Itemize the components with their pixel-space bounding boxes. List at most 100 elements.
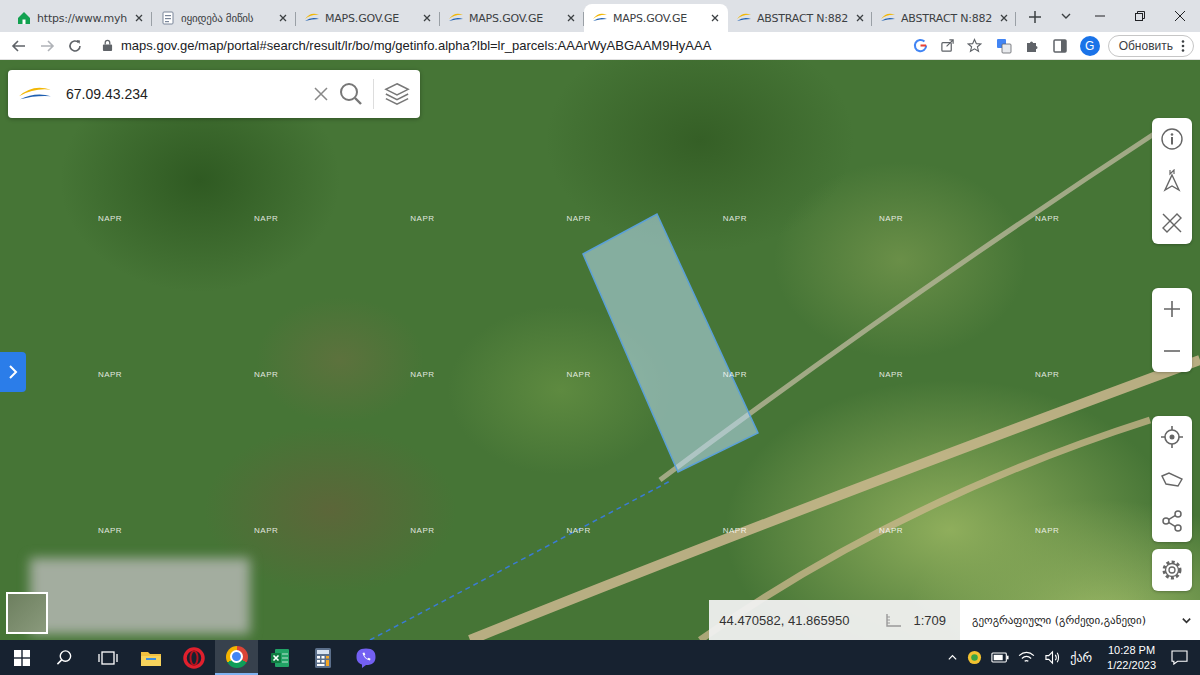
taskbar-app[interactable] (215, 640, 258, 675)
map-imagery (0, 60, 1200, 640)
address-bar[interactable]: maps.gov.ge/map/portal#search/result/lr/… (92, 38, 990, 53)
search-button[interactable] (43, 640, 86, 675)
input-language[interactable]: ქარ (1070, 651, 1092, 665)
back-button[interactable] (8, 35, 30, 57)
chrome-icon (226, 646, 248, 668)
restore-button[interactable] (1120, 0, 1160, 32)
close-tab-icon[interactable] (420, 11, 434, 25)
close-tab-icon[interactable] (564, 11, 578, 25)
napr-watermark: NAPR (410, 214, 434, 223)
north-button[interactable] (1152, 160, 1192, 202)
tab-label: MAPS.GOV.GE (613, 12, 703, 25)
new-tab-button[interactable] (1022, 4, 1048, 30)
zoom-out-button[interactable] (1152, 330, 1192, 372)
tab-label: MAPS.GOV.GE (325, 12, 415, 25)
clock[interactable]: 10:28 PM1/22/2023 (1101, 643, 1162, 672)
browser-window: https://www.myh იყიდება მიწის MAPS.GOV.GE M… (0, 0, 1200, 640)
browser-tab[interactable]: MAPS.GOV.GE (440, 4, 584, 32)
taskbar-app[interactable] (301, 640, 344, 675)
share-button[interactable] (1152, 500, 1192, 542)
forward-button[interactable] (36, 35, 58, 57)
close-window-button[interactable] (1160, 0, 1200, 32)
browser-toolbar: maps.gov.ge/map/portal#search/result/lr/… (0, 32, 1200, 60)
chevron-down-icon (1181, 615, 1192, 626)
measure-button[interactable] (1152, 202, 1192, 244)
close-tab-icon[interactable] (276, 11, 290, 25)
tray-app-icon[interactable] (967, 650, 982, 665)
close-tab-icon[interactable] (132, 11, 146, 25)
scale-ruler-icon (885, 612, 903, 628)
wifi-icon[interactable] (1018, 651, 1035, 664)
tab-label: იყიდება მიწის (181, 12, 271, 25)
tab-label: ABSTRACT N:882 (757, 12, 848, 25)
taskbar-app[interactable] (344, 640, 387, 675)
settings-button[interactable] (1152, 549, 1192, 591)
napr-logo-icon (880, 10, 896, 26)
zoom-in-button[interactable] (1152, 288, 1192, 330)
coordinate-system-dropdown[interactable]: გეოგრაფიული (გრძედი,განედი) (960, 600, 1200, 640)
napr-watermark: NAPR (566, 214, 590, 223)
browser-tab[interactable]: ABSTRACT N:882 (728, 4, 872, 32)
search-input[interactable]: 67.09.43.234 (62, 86, 303, 102)
napr-logo-icon (592, 10, 608, 26)
start-button[interactable] (0, 640, 43, 675)
browser-tab[interactable]: იყიდება მიწის (152, 4, 296, 32)
minus-icon (1162, 341, 1182, 361)
clock-date: 1/22/2023 (1107, 658, 1156, 672)
napr-logo-icon (448, 10, 464, 26)
reload-button[interactable] (64, 35, 86, 57)
minimize-button[interactable] (1080, 0, 1120, 32)
task-view-button[interactable] (86, 640, 129, 675)
minimize-icon (1094, 10, 1106, 22)
napr-watermark: NAPR (1035, 526, 1059, 535)
info-button[interactable] (1152, 118, 1192, 160)
share-page-icon[interactable] (940, 38, 955, 53)
lock-icon (102, 39, 113, 52)
expand-panel-button[interactable] (0, 352, 26, 392)
taskbar-app[interactable] (258, 640, 301, 675)
house-icon (16, 10, 32, 26)
puzzle-icon[interactable] (1024, 38, 1040, 54)
info-icon (1160, 127, 1184, 151)
map-scale: 1:709 (913, 613, 946, 628)
close-tab-icon[interactable] (708, 11, 722, 25)
napr-watermark: NAPR (723, 214, 747, 223)
locate-button[interactable] (1152, 416, 1192, 458)
battery-icon[interactable] (991, 652, 1009, 663)
update-button[interactable]: Обновить (1108, 35, 1194, 57)
back-arrow-icon (11, 38, 27, 54)
divider (373, 79, 374, 109)
draw-shape-button[interactable] (1152, 458, 1192, 500)
profile-avatar[interactable]: G (1080, 36, 1100, 56)
coordinate-system-value: გეოგრაფიული (გრძედი,განედი) (972, 614, 1146, 627)
layers-icon[interactable] (384, 81, 410, 107)
taskbar-app[interactable] (129, 640, 172, 675)
tab-label: https://www.myh (37, 12, 127, 25)
speaker-icon[interactable] (1044, 650, 1061, 665)
basemap-switcher[interactable] (6, 592, 48, 634)
extensions-area: G Обновить (996, 35, 1194, 57)
bookmark-star-icon[interactable] (967, 38, 982, 53)
clear-x-icon[interactable] (313, 86, 329, 102)
notification-icon[interactable] (1171, 650, 1188, 665)
taskbar-app[interactable] (172, 640, 215, 675)
close-tab-icon[interactable] (853, 11, 867, 25)
google-lens-icon[interactable] (913, 38, 928, 53)
browser-tab[interactable]: MAPS.GOV.GE (296, 4, 440, 32)
url-text: maps.gov.ge/map/portal#search/result/lr/… (121, 38, 905, 53)
browser-tab[interactable]: MAPS.GOV.GE (584, 4, 728, 32)
browser-tab[interactable]: https://www.myh (8, 4, 152, 32)
translate-icon[interactable] (996, 38, 1012, 54)
map-view[interactable]: NAPRNAPRNAPRNAPRNAPRNAPRNAPRNAPRNAPRNAPR… (0, 60, 1200, 640)
napr-watermark: NAPR (98, 526, 122, 535)
search-magnifier-icon[interactable] (339, 82, 363, 106)
side-panel-icon[interactable] (1052, 38, 1068, 54)
forward-arrow-icon (39, 38, 55, 54)
browser-tab[interactable]: ABSTRACT N:882 (872, 4, 1016, 32)
tool-group (1152, 118, 1192, 244)
map-tools (1152, 118, 1192, 591)
tab-search-button[interactable] (1052, 0, 1080, 32)
close-tab-icon[interactable] (997, 11, 1011, 25)
parcel-polygon[interactable] (583, 214, 758, 472)
chevron-up-icon[interactable] (947, 652, 958, 663)
